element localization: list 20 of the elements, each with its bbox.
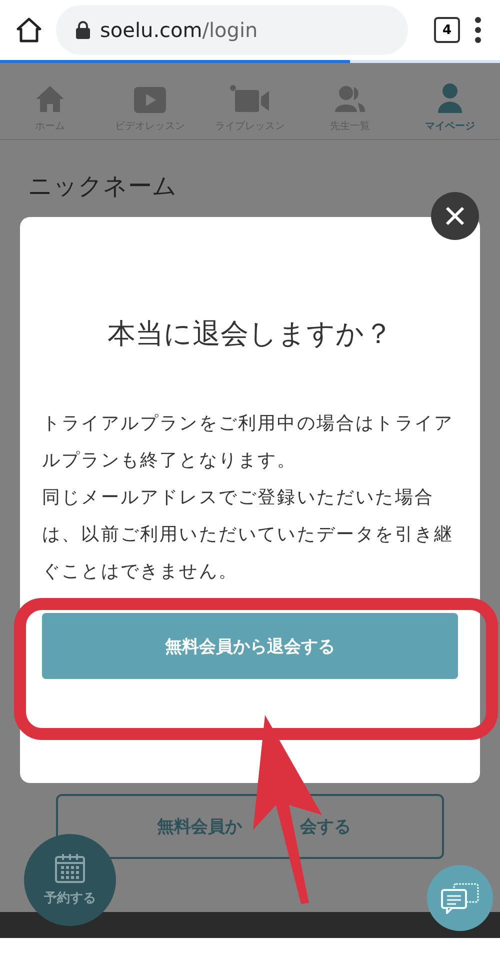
people-icon xyxy=(335,85,365,113)
calendar-icon xyxy=(55,853,85,883)
dialog-message: 同じメールアドレスでご登録いただいた場合は、以前ご利用いただいていたデータを引き継ぐことはできません。 xyxy=(42,486,455,584)
dialog-title: 本当に退会しますか？ xyxy=(108,316,392,352)
menu-icon[interactable] xyxy=(474,17,482,43)
address-bar[interactable]: soelu.com/login xyxy=(56,5,408,55)
chat-icon xyxy=(440,882,480,914)
home-icon[interactable] xyxy=(16,17,42,43)
lock-icon xyxy=(76,21,90,39)
play-icon xyxy=(134,87,166,113)
nav-tab[interactable]: マイページ xyxy=(400,63,500,139)
person-icon xyxy=(438,83,462,113)
tab-count-button[interactable]: 4 xyxy=(434,17,460,43)
nickname-label: ニックネーム xyxy=(27,171,178,202)
confirm-withdraw-button[interactable]: 無料会員から退会する xyxy=(42,613,458,679)
dialog-message: トライアルプランをご利用中の場合はトライアルプランも終了となります。 xyxy=(42,412,455,473)
video-camera-icon xyxy=(230,85,270,113)
close-icon xyxy=(445,206,465,226)
url-text: soelu.com/login xyxy=(100,18,258,42)
home-icon xyxy=(35,85,65,113)
